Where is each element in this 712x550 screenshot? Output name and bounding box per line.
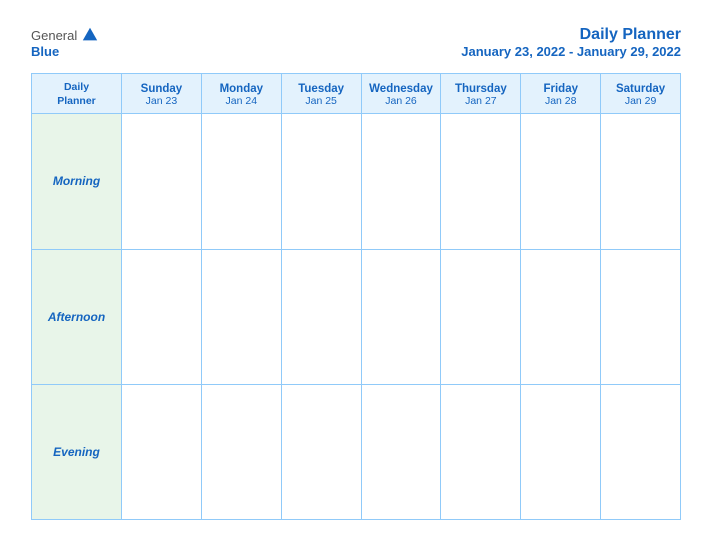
evening-saturday[interactable] — [601, 385, 680, 519]
saturday-name: Saturday — [616, 83, 665, 95]
monday-date: Jan 24 — [226, 95, 258, 107]
evening-label-cell: Evening — [32, 385, 122, 519]
afternoon-wednesday[interactable] — [362, 250, 442, 384]
calendar: DailyPlanner Sunday Jan 23 Monday Jan 24… — [31, 73, 681, 520]
title-date: January 23, 2022 - January 29, 2022 — [461, 44, 681, 59]
logo-blue-text: Blue — [31, 44, 59, 59]
sunday-name: Sunday — [141, 83, 183, 95]
evening-label: Evening — [53, 445, 100, 459]
tuesday-date: Jan 25 — [305, 95, 337, 107]
logo-area: General Blue — [31, 26, 99, 59]
thursday-date: Jan 27 — [465, 95, 497, 107]
title-main: Daily Planner — [461, 26, 681, 44]
evening-wednesday[interactable] — [362, 385, 442, 519]
afternoon-label: Afternoon — [48, 310, 105, 324]
calendar-body: Morning Afternoon — [32, 114, 680, 519]
sunday-date: Jan 23 — [146, 95, 178, 107]
header-friday: Friday Jan 28 — [521, 74, 601, 113]
saturday-date: Jan 29 — [625, 95, 657, 107]
afternoon-row: Afternoon — [32, 250, 680, 385]
thursday-name: Thursday — [455, 83, 507, 95]
header-saturday: Saturday Jan 29 — [601, 74, 680, 113]
afternoon-tuesday[interactable] — [282, 250, 362, 384]
friday-date: Jan 28 — [545, 95, 577, 107]
evening-friday[interactable] — [521, 385, 601, 519]
evening-row: Evening — [32, 385, 680, 519]
wednesday-name: Wednesday — [369, 83, 433, 95]
afternoon-sunday[interactable] — [122, 250, 202, 384]
page: General Blue Daily Planner January 23, 2… — [11, 10, 701, 540]
evening-monday[interactable] — [202, 385, 282, 519]
calendar-header-row: DailyPlanner Sunday Jan 23 Monday Jan 24… — [32, 74, 680, 114]
logo-text: General — [31, 26, 99, 44]
logo-general: General — [31, 28, 77, 43]
logo-icon — [81, 26, 99, 44]
title-area: Daily Planner January 23, 2022 - January… — [461, 26, 681, 59]
afternoon-friday[interactable] — [521, 250, 601, 384]
morning-wednesday[interactable] — [362, 114, 442, 248]
morning-sunday[interactable] — [122, 114, 202, 248]
header-monday: Monday Jan 24 — [202, 74, 282, 113]
header-label-cell: DailyPlanner — [32, 74, 122, 113]
monday-name: Monday — [220, 83, 263, 95]
morning-friday[interactable] — [521, 114, 601, 248]
header-wednesday: Wednesday Jan 26 — [362, 74, 442, 113]
morning-thursday[interactable] — [441, 114, 521, 248]
evening-sunday[interactable] — [122, 385, 202, 519]
morning-saturday[interactable] — [601, 114, 680, 248]
afternoon-thursday[interactable] — [441, 250, 521, 384]
wednesday-date: Jan 26 — [385, 95, 417, 107]
afternoon-monday[interactable] — [202, 250, 282, 384]
header-label: DailyPlanner — [57, 81, 96, 108]
afternoon-saturday[interactable] — [601, 250, 680, 384]
morning-monday[interactable] — [202, 114, 282, 248]
morning-label: Morning — [53, 174, 100, 188]
header: General Blue Daily Planner January 23, 2… — [31, 26, 681, 59]
logo-blue: Blue — [31, 44, 59, 59]
morning-tuesday[interactable] — [282, 114, 362, 248]
evening-tuesday[interactable] — [282, 385, 362, 519]
evening-thursday[interactable] — [441, 385, 521, 519]
tuesday-name: Tuesday — [298, 83, 344, 95]
header-thursday: Thursday Jan 27 — [441, 74, 521, 113]
afternoon-label-cell: Afternoon — [32, 250, 122, 384]
friday-name: Friday — [543, 83, 578, 95]
morning-row: Morning — [32, 114, 680, 249]
morning-label-cell: Morning — [32, 114, 122, 248]
header-tuesday: Tuesday Jan 25 — [282, 74, 362, 113]
header-sunday: Sunday Jan 23 — [122, 74, 202, 113]
